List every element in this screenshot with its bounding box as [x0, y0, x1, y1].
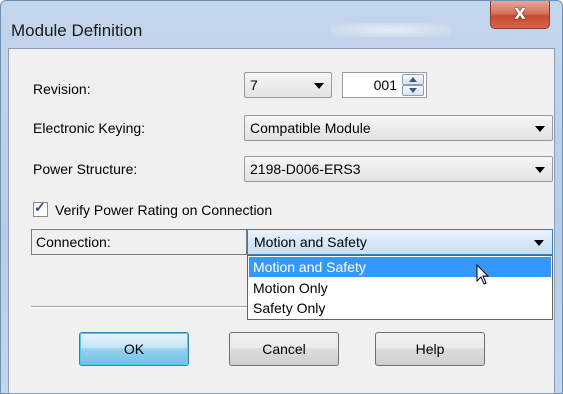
connection-dropdown[interactable]: Motion and Safety — [247, 229, 553, 255]
electronic-keying-dropdown[interactable]: Compatible Module — [244, 115, 553, 141]
mouse-pointer-icon — [476, 264, 490, 285]
chevron-down-icon — [534, 240, 544, 246]
chevron-down-icon — [535, 126, 545, 132]
revision-major-dropdown[interactable]: 7 — [244, 72, 332, 98]
chevron-down-icon — [535, 167, 545, 173]
revision-minor-spinner[interactable]: 001 — [342, 72, 427, 98]
verify-power-label[interactable]: Verify Power Rating on Connection — [55, 202, 272, 218]
close-icon: X — [514, 5, 526, 23]
power-structure-label: Power Structure: — [33, 161, 138, 177]
power-structure-dropdown[interactable]: 2198-D006-ERS3 — [244, 156, 553, 182]
cancel-button[interactable]: Cancel — [229, 332, 339, 366]
connection-options-list: Motion and Safety Motion Only Safety Onl… — [247, 255, 553, 320]
electronic-keying-value: Compatible Module — [250, 120, 371, 136]
spin-down-button[interactable] — [402, 85, 424, 96]
revision-minor-value: 001 — [373, 77, 397, 93]
revision-label: Revision: — [33, 81, 91, 97]
connection-label: Connection: — [36, 234, 111, 250]
title-glow — [331, 23, 451, 37]
spin-up-button[interactable] — [402, 74, 424, 85]
help-button[interactable]: Help — [375, 332, 485, 366]
separator — [31, 306, 247, 308]
arrow-down-icon — [409, 88, 417, 93]
electronic-keying-label: Electronic Keying: — [33, 120, 146, 136]
verify-power-checkbox[interactable]: ✓ — [33, 199, 48, 217]
checkmark-icon: ✓ — [34, 199, 46, 215]
option-motion-only[interactable]: Motion Only — [249, 278, 551, 298]
arrow-up-icon — [409, 77, 417, 82]
revision-major-value: 7 — [250, 77, 258, 93]
chevron-down-icon — [314, 83, 324, 89]
close-button[interactable]: X — [490, 1, 550, 29]
ok-button[interactable]: OK — [79, 332, 189, 366]
connection-label-box: Connection: — [31, 229, 247, 255]
title-bar[interactable]: Module Definition X — [1, 1, 562, 49]
option-motion-and-safety[interactable]: Motion and Safety — [249, 257, 551, 277]
option-safety-only[interactable]: Safety Only — [249, 298, 551, 318]
dialog-title: Module Definition — [11, 21, 143, 40]
connection-value: Motion and Safety — [254, 234, 367, 250]
power-structure-value: 2198-D006-ERS3 — [250, 161, 361, 177]
